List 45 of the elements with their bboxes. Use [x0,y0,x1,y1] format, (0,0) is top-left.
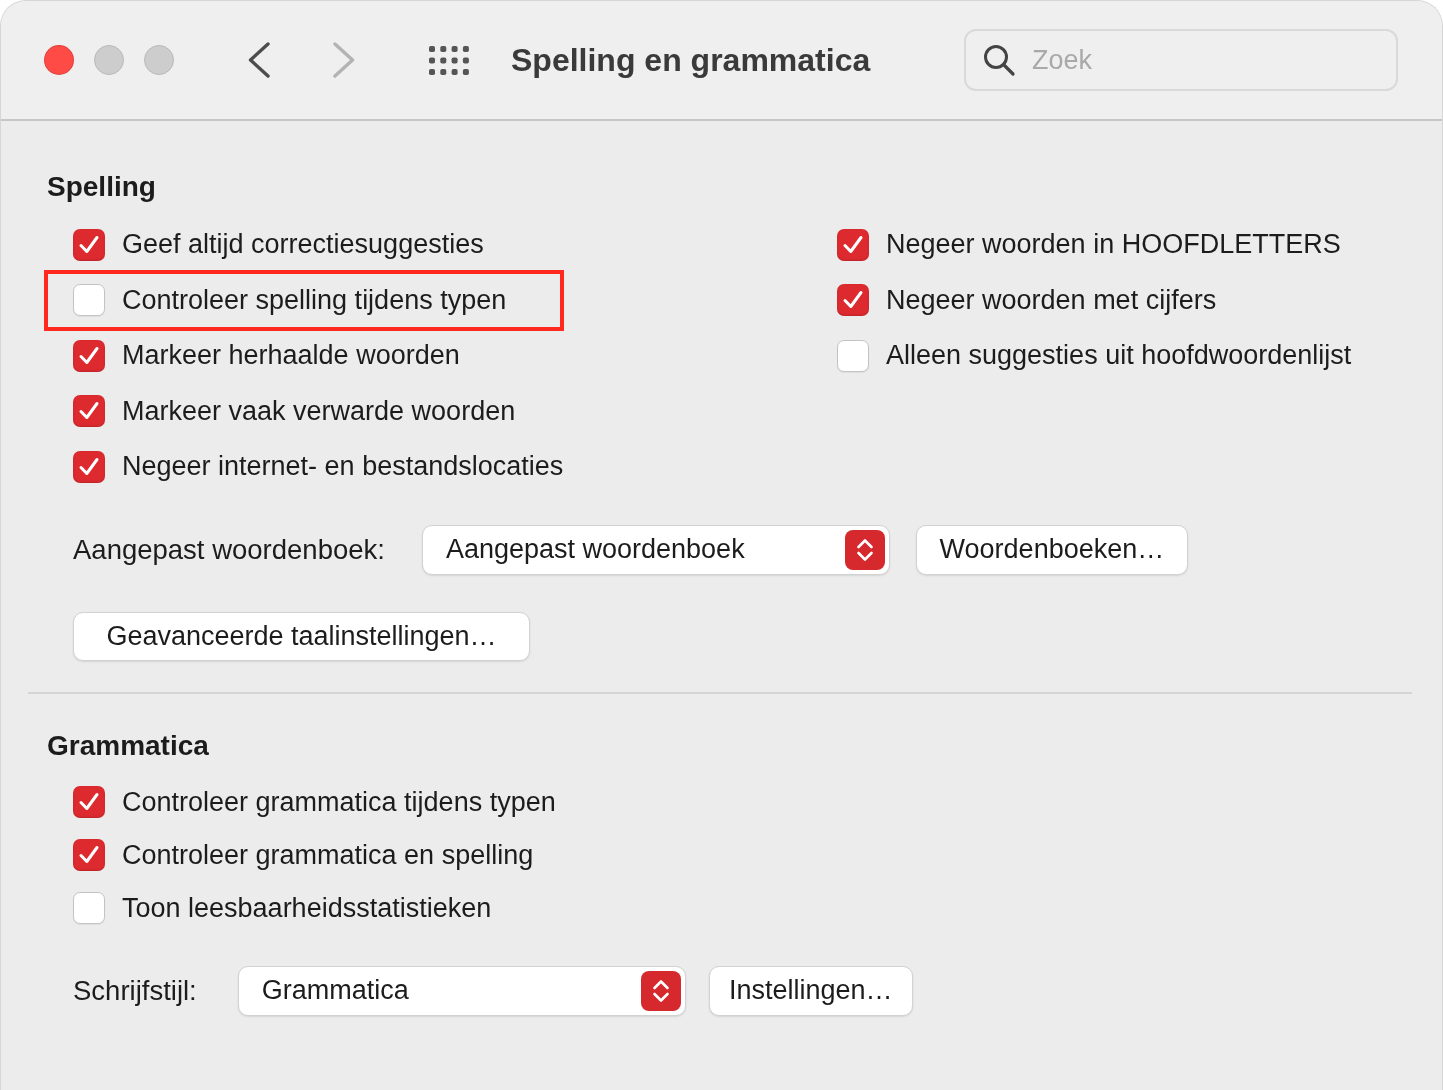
grid-icon[interactable] [429,45,469,75]
section-heading: Spelling [47,170,156,204]
stepper-icon [844,529,885,570]
checkmark-icon [78,233,100,256]
checkbox-label: Controleer grammatica tijdens typen [122,786,556,818]
checkmark-icon [78,791,100,813]
close-button[interactable] [44,45,74,75]
checkbox[interactable] [73,228,105,261]
checkbox-label: Controleer grammatica en spelling [122,839,534,871]
checkbox-label: Markeer vaak verwarde woorden [122,395,516,427]
checkbox[interactable] [73,786,105,818]
checkmark-icon [78,455,100,478]
checkmark-icon [78,844,100,866]
chevron-left-icon[interactable] [247,42,271,78]
advanced-settings-button[interactable]: Geavanceerde taalinstellingen… [73,611,530,661]
checkbox-label: Negeer internet- en bestandslocaties [122,451,564,483]
checkbox[interactable] [73,395,105,428]
checkmark-icon [842,233,864,256]
field-label: Schrijfstijl: [73,974,197,1007]
checkbox-label: Markeer herhaalde woorden [122,340,460,372]
checkbox[interactable] [73,839,105,871]
checkbox-label: Negeer woorden met cijfers [886,284,1217,316]
checkmark-icon [78,344,100,367]
stepper-icon [640,970,681,1011]
settings-button[interactable]: Instellingen… [708,965,913,1016]
checkbox[interactable] [73,450,105,483]
dictionaries-button[interactable]: Woordenboeken… [915,524,1188,575]
search-field[interactable]: Zoek [964,29,1398,91]
checkbox[interactable] [73,284,105,317]
dropdown[interactable]: Grammatica [237,965,686,1016]
checkbox-label: Negeer woorden in HOOFDLETTERS [886,229,1341,261]
checkbox-label: Controleer spelling tijdens typen [122,284,507,316]
checkbox-label: Alleen suggesties uit hoofdwoordenlijst [886,340,1352,372]
field-label: Aangepast woordenboek: [73,533,385,566]
checkbox-label: Toon leesbaarheidsstatistieken [122,892,492,924]
section-heading: Grammatica [47,728,209,763]
search-icon [982,43,1016,77]
dropdown[interactable]: Aangepast woordenboek [421,524,890,575]
window-title: Spelling en grammatica [511,41,871,79]
checkbox[interactable] [837,228,869,261]
checkbox[interactable] [837,339,869,372]
checkbox-label: Geef altijd correctiesuggesties [122,229,484,261]
checkbox[interactable] [837,284,869,317]
checkbox[interactable] [73,339,105,372]
checkbox[interactable] [73,892,105,924]
